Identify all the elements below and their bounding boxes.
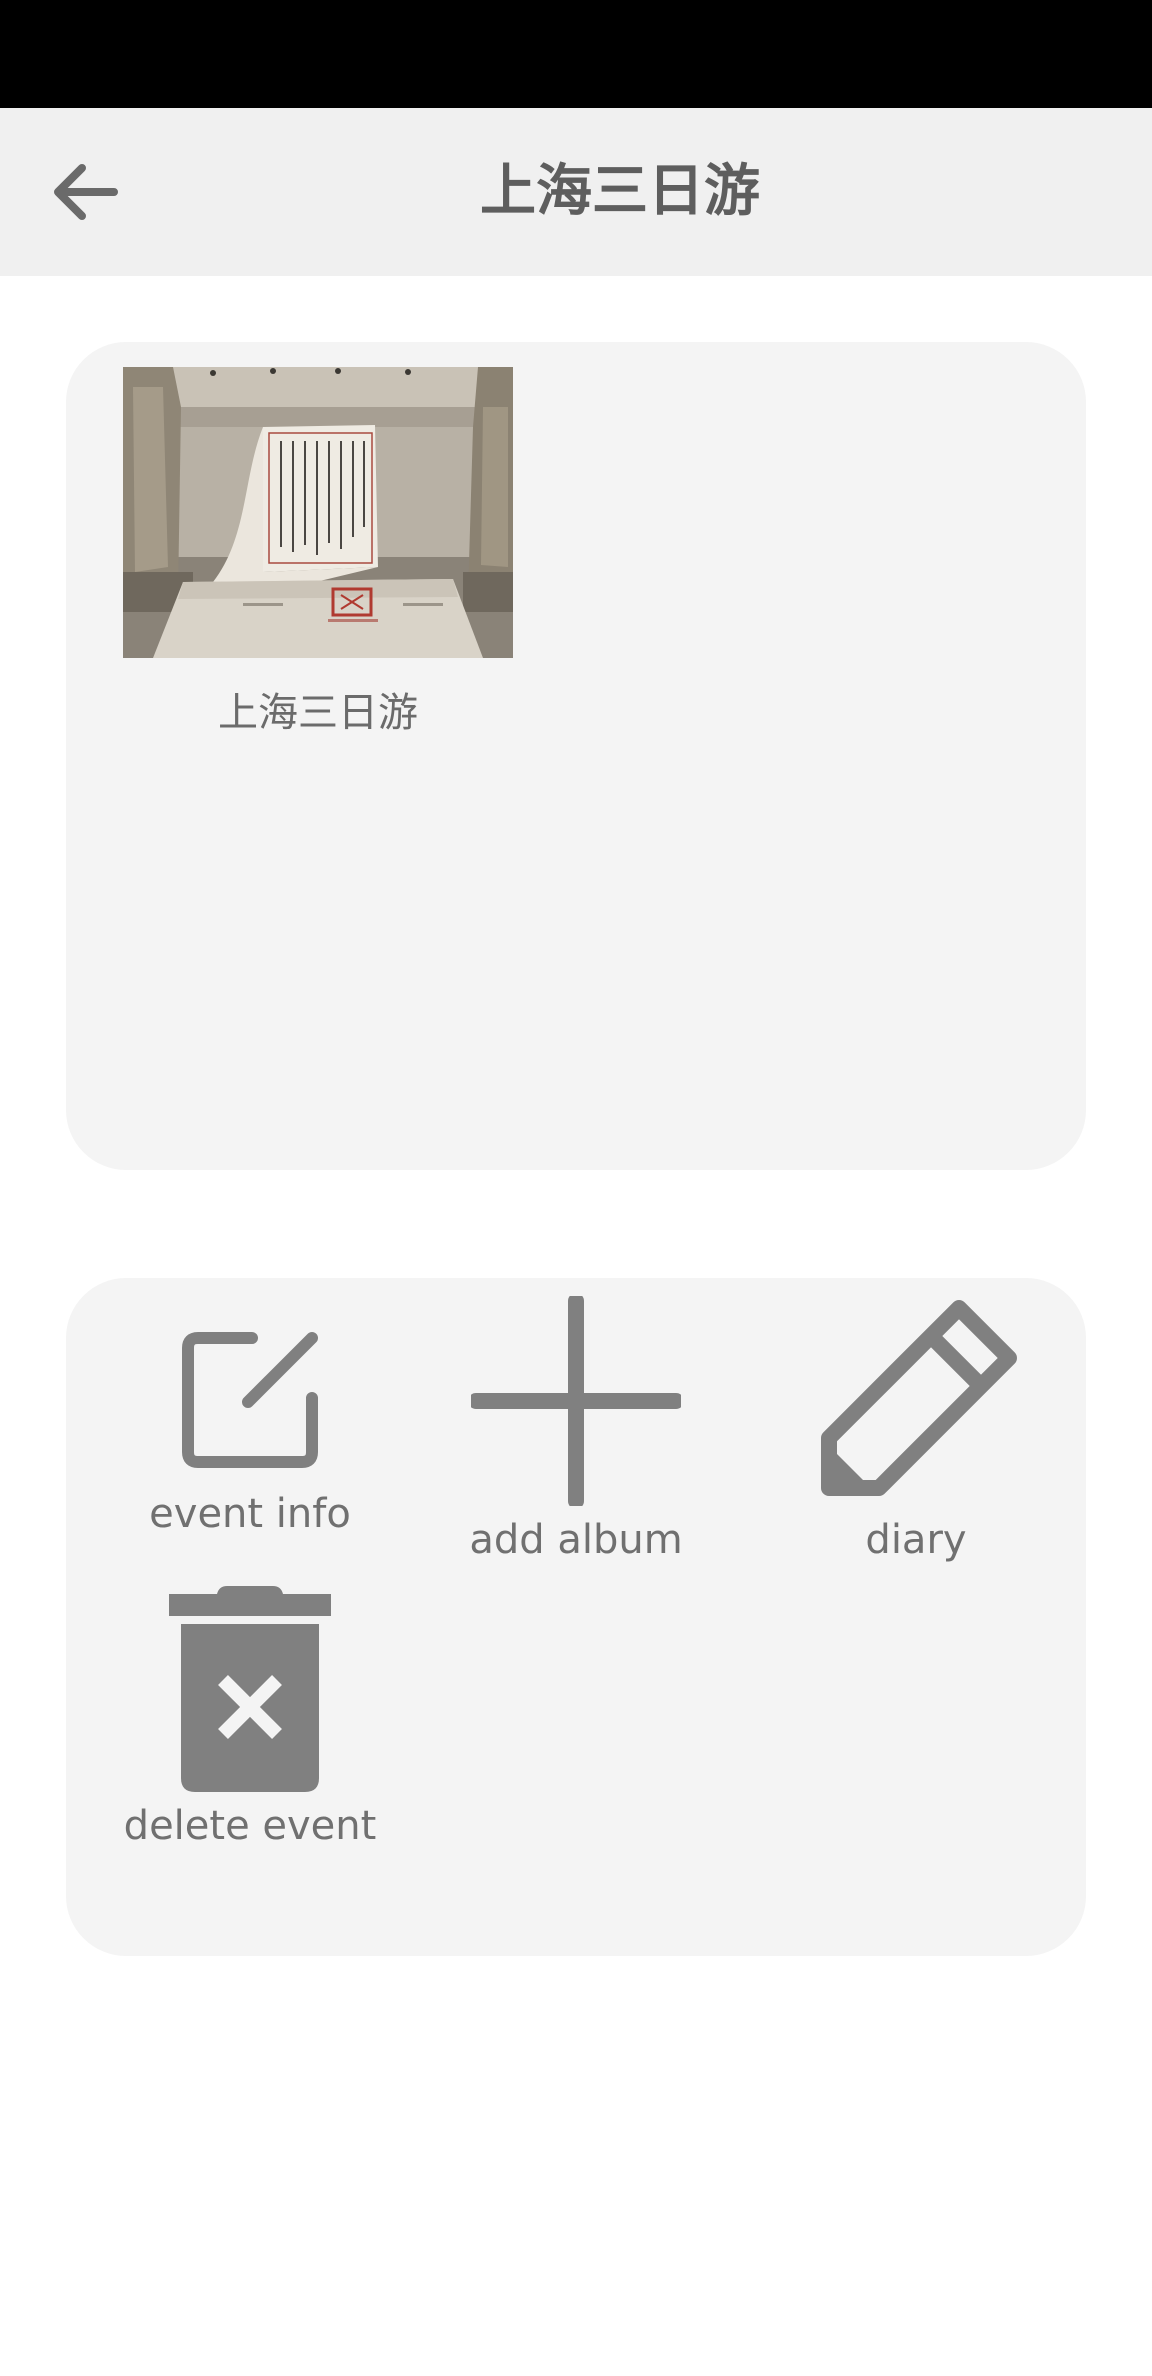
event-info-label: event info xyxy=(149,1491,351,1537)
delete-event-label: delete event xyxy=(123,1803,377,1849)
add-album-button[interactable]: add album xyxy=(426,1296,726,1560)
plus-icon xyxy=(471,1296,681,1506)
pencil-icon xyxy=(821,1300,1017,1496)
back-button[interactable] xyxy=(36,150,132,234)
status-bar xyxy=(0,0,1152,108)
page-title: 上海三日游 xyxy=(480,159,760,224)
diary-label: diary xyxy=(865,1517,967,1563)
albums-panel: 上海三日游 xyxy=(66,342,1086,1170)
album-name: 上海三日游 xyxy=(218,690,418,736)
album-card[interactable]: 上海三日游 xyxy=(123,367,513,738)
album-thumbnail xyxy=(123,367,513,658)
add-album-label: add album xyxy=(469,1517,683,1563)
event-info-button[interactable]: event info xyxy=(100,1320,400,1534)
delete-event-button[interactable]: delete event xyxy=(100,1584,400,1846)
trash-x-icon xyxy=(169,1586,331,1792)
arrow-left-icon xyxy=(54,164,118,220)
actions-panel: event info add album diary delete event xyxy=(66,1278,1086,1956)
diary-button[interactable]: diary xyxy=(766,1296,1066,1560)
app-header: 上海三日游 xyxy=(0,108,1152,276)
edit-square-icon xyxy=(182,1332,318,1468)
